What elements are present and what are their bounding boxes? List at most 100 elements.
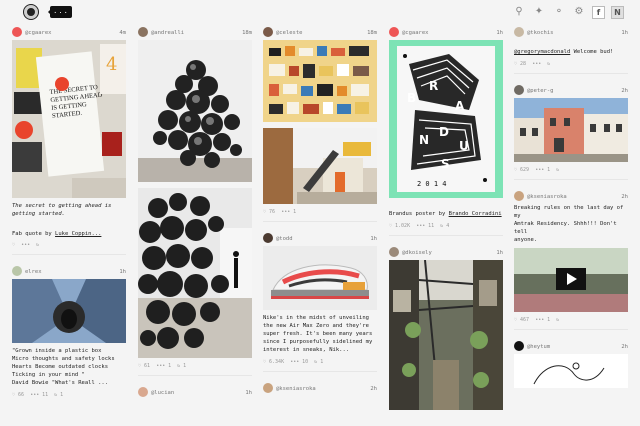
username[interactable]: @todd — [276, 236, 293, 242]
comment-icon[interactable]: ∙∙∙ 10 — [290, 359, 308, 365]
post-card[interactable]: @dkoisely 1h — [389, 244, 503, 410]
avatar[interactable] — [514, 27, 524, 37]
username[interactable]: @tkochis — [527, 30, 554, 36]
post-image[interactable] — [12, 279, 126, 343]
heart-icon[interactable]: ♡ 61 — [138, 363, 150, 369]
post-image[interactable]: THE SECRET TO GETTING AHEAD IS GETTING S… — [12, 40, 126, 198]
post-card[interactable]: @andrealli 18m ♡ 61 ∙∙∙ 1 ↻ 1 — [138, 24, 252, 376]
post-card[interactable]: @todd 1h Nike's in the midst of unveilin… — [263, 230, 377, 372]
heart-icon[interactable]: ♡ 76 — [263, 209, 275, 215]
repost-icon[interactable]: ↻ 1 — [177, 363, 186, 369]
post-card[interactable]: @lucian 1h — [138, 384, 252, 400]
mic-icon[interactable]: ⚬ — [552, 5, 566, 19]
avatar[interactable] — [138, 27, 148, 37]
post-card[interactable]: @kseniasroka 2h — [263, 380, 377, 396]
svg-text:R: R — [429, 79, 438, 93]
caption-link[interactable]: Brando Corradini — [449, 211, 502, 217]
post-image[interactable] — [138, 188, 252, 358]
heart-icon[interactable]: ♡ 66 — [12, 392, 24, 398]
svg-text:B: B — [407, 91, 416, 105]
comment-icon[interactable]: ∙∙∙ 1 — [535, 317, 550, 323]
post-illustration[interactable] — [514, 354, 628, 388]
comment-icon[interactable]: ∙∙∙ 11 — [30, 392, 48, 398]
username[interactable]: @cgaarex — [25, 30, 52, 36]
username[interactable]: @kseniasroka — [276, 386, 316, 392]
username[interactable]: @andrealli — [151, 30, 184, 36]
repost-icon[interactable]: ↻ — [556, 317, 559, 323]
heart-icon[interactable]: ♡ 28 — [514, 61, 526, 67]
column-1: @cgaarex 4m THE SECRET TO GETTING AHEAD … — [12, 24, 126, 406]
avatar[interactable] — [389, 247, 399, 257]
divider — [263, 221, 377, 222]
repost-icon[interactable]: ↻ 1 — [54, 392, 63, 398]
post-card[interactable]: @peter-g 2h ♡ 629 ∙∙∙ 1 ↻ — [514, 82, 628, 180]
avatar[interactable] — [514, 85, 524, 95]
post-image[interactable] — [263, 128, 377, 204]
settings-icon[interactable]: ⚙ — [572, 5, 586, 19]
username[interactable]: elrex — [25, 269, 42, 275]
comment-icon[interactable]: ∙∙∙ — [21, 242, 30, 248]
timestamp: 1h — [621, 30, 628, 36]
heart-icon[interactable]: ♡ 629 — [514, 167, 529, 173]
post-stats: ♡ 28 ∙∙∙ ↻ — [514, 61, 628, 67]
search-icon[interactable]: ⚲ — [512, 5, 526, 19]
avatar[interactable] — [263, 233, 273, 243]
repost-icon[interactable]: ↻ — [556, 167, 559, 173]
post-caption: The secret to getting ahead is getting s… — [12, 203, 112, 217]
post-image[interactable] — [263, 40, 377, 122]
post-card[interactable]: @tkochis 1h @gregorymacdonald Welcome bu… — [514, 24, 628, 74]
avatar[interactable] — [263, 383, 273, 393]
sparkle-icon[interactable]: ✦ — [532, 5, 546, 19]
logo-icon[interactable] — [24, 5, 38, 19]
comment-icon[interactable]: ∙∙∙ 1 — [156, 363, 171, 369]
username[interactable]: @heytum — [527, 344, 550, 350]
comment-icon[interactable]: ∙∙∙ 11 — [416, 223, 434, 229]
avatar[interactable] — [514, 341, 524, 351]
post-stats: ♡ 629 ∙∙∙ 1 ↻ — [514, 167, 628, 173]
username[interactable]: @kseniasroka — [527, 194, 567, 200]
n-button[interactable]: N — [611, 5, 624, 19]
post-image[interactable] — [514, 98, 628, 162]
username[interactable]: @dkoisely — [402, 250, 432, 256]
svg-text:2 0 1 4: 2 0 1 4 — [417, 180, 447, 188]
avatar[interactable] — [138, 387, 148, 397]
post-card[interactable]: @kseniasroka 2h Breaking rules on the la… — [514, 188, 628, 330]
post-card[interactable]: @celeste 18m ♡ 76 ∙∙∙ 1 — [263, 24, 377, 222]
username[interactable]: @celeste — [276, 30, 303, 36]
username[interactable]: @cgaarex — [402, 30, 429, 36]
post-card[interactable]: @cgaarex 4m THE SECRET TO GETTING AHEAD … — [12, 24, 126, 255]
comment-icon[interactable]: ∙∙∙ 1 — [535, 167, 550, 173]
username[interactable]: @peter-g — [527, 88, 554, 94]
post-card[interactable]: @cgaarex 1h B R A N D U S 2 0 1 4 Brandu… — [389, 24, 503, 236]
heart-icon[interactable]: ♡ — [12, 242, 15, 248]
post-header: @lucian 1h — [138, 384, 252, 400]
heart-icon[interactable]: ♡ 6.34K — [263, 359, 284, 365]
post-header: @cgaarex 1h — [389, 24, 503, 40]
avatar[interactable] — [12, 266, 22, 276]
comment-icon[interactable]: ∙∙∙ — [532, 61, 541, 67]
avatar[interactable] — [12, 27, 22, 37]
avatar[interactable] — [263, 27, 273, 37]
repost-icon[interactable]: ↻ — [547, 61, 550, 67]
facebook-button[interactable]: f — [592, 5, 605, 19]
post-image[interactable] — [138, 40, 252, 182]
post-video[interactable] — [514, 248, 628, 312]
mention-link[interactable]: @gregorymacdonald — [514, 49, 570, 55]
avatar[interactable] — [514, 191, 524, 201]
heart-icon[interactable]: ♡ 467 — [514, 317, 529, 323]
divider — [514, 179, 628, 180]
post-image[interactable] — [389, 260, 503, 410]
quote-link[interactable]: Luke Coppin... — [55, 231, 101, 237]
username[interactable]: @lucian — [151, 390, 174, 396]
avatar[interactable] — [389, 27, 399, 37]
repost-icon[interactable]: ↻ 4 — [440, 223, 449, 229]
post-card[interactable]: elrex 1h "Grown inside a plastic box Mic… — [12, 263, 126, 398]
repost-icon[interactable]: ↻ 1 — [314, 359, 323, 365]
repost-icon[interactable]: ↻ — [36, 242, 39, 248]
post-image[interactable] — [263, 246, 377, 310]
feed-button[interactable]: ... — [48, 6, 72, 18]
heart-icon[interactable]: ♡ 1.02K — [389, 223, 410, 229]
comment-icon[interactable]: ∙∙∙ 1 — [281, 209, 296, 215]
post-card[interactable]: @heytum 2h — [514, 338, 628, 388]
post-image[interactable]: B R A N D U S 2 0 1 4 — [389, 40, 503, 198]
